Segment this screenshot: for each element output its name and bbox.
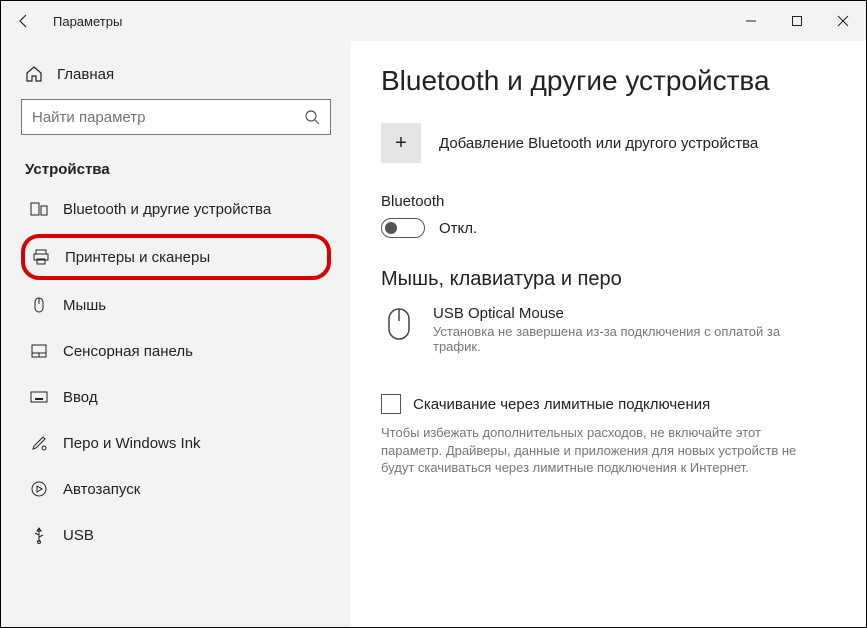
bluetooth-state: Откл. xyxy=(439,220,477,237)
device-desc: Установка не завершена из-за подключения… xyxy=(433,324,813,354)
sidebar-item-label: Принтеры и сканеры xyxy=(65,249,210,266)
mouse-device-icon xyxy=(381,305,417,354)
sidebar-item-autoplay[interactable]: Автозапуск xyxy=(21,468,331,510)
toggle-knob xyxy=(385,222,397,234)
sidebar-item-label: Ввод xyxy=(63,389,98,406)
usb-icon xyxy=(29,526,49,544)
plus-icon: + xyxy=(381,123,421,163)
devices-icon xyxy=(29,200,49,218)
autoplay-icon xyxy=(29,480,49,498)
minimize-button[interactable] xyxy=(728,1,774,41)
sidebar-item-printers[interactable]: Принтеры и сканеры xyxy=(21,234,331,280)
search-icon xyxy=(304,109,320,125)
bluetooth-label: Bluetooth xyxy=(381,193,836,210)
content-pane: Bluetooth и другие устройства + Добавлен… xyxy=(351,41,866,627)
sidebar: Главная Устройства Bluetooth и другие ус… xyxy=(1,41,351,627)
page-title: Bluetooth и другие устройства xyxy=(381,65,836,97)
sidebar-item-pen[interactable]: Перо и Windows Ink xyxy=(21,422,331,464)
sidebar-item-typing[interactable]: Ввод xyxy=(21,376,331,418)
window-title: Параметры xyxy=(53,14,122,29)
close-button[interactable] xyxy=(820,1,866,41)
sidebar-item-home[interactable]: Главная xyxy=(21,59,331,99)
sidebar-item-usb[interactable]: USB xyxy=(21,514,331,556)
device-name: USB Optical Mouse xyxy=(433,305,813,322)
sidebar-item-mouse[interactable]: Мышь xyxy=(21,284,331,326)
printer-icon xyxy=(31,248,51,266)
sidebar-item-label: Bluetooth и другие устройства xyxy=(63,201,271,218)
add-device-button[interactable]: + Добавление Bluetooth или другого устро… xyxy=(381,123,836,163)
sidebar-section-head: Устройства xyxy=(25,161,331,178)
sidebar-item-label: Автозапуск xyxy=(63,481,140,498)
sidebar-item-label: USB xyxy=(63,527,94,544)
device-row[interactable]: USB Optical Mouse Установка не завершена… xyxy=(381,305,836,354)
keyboard-icon xyxy=(29,388,49,406)
maximize-button[interactable] xyxy=(774,1,820,41)
titlebar: Параметры xyxy=(1,1,866,41)
metered-label: Скачивание через лимитные подключения xyxy=(413,396,710,413)
sidebar-item-label: Перо и Windows Ink xyxy=(63,435,201,452)
home-icon xyxy=(25,65,43,83)
pen-icon xyxy=(29,434,49,452)
metered-checkbox[interactable] xyxy=(381,394,401,414)
section-mouse-keyboard: Мышь, клавиатура и перо xyxy=(381,268,836,291)
home-label: Главная xyxy=(57,66,114,83)
touchpad-icon xyxy=(29,342,49,360)
sidebar-item-bluetooth[interactable]: Bluetooth и другие устройства xyxy=(21,188,331,230)
sidebar-item-label: Мышь xyxy=(63,297,106,314)
bluetooth-toggle[interactable] xyxy=(381,218,425,238)
add-device-label: Добавление Bluetooth или другого устройс… xyxy=(439,135,758,152)
mouse-icon xyxy=(29,296,49,314)
back-button[interactable] xyxy=(1,1,47,41)
sidebar-item-touchpad[interactable]: Сенсорная панель xyxy=(21,330,331,372)
search-field[interactable] xyxy=(32,109,304,126)
search-input[interactable] xyxy=(21,99,331,135)
sidebar-item-label: Сенсорная панель xyxy=(63,343,193,360)
metered-hint: Чтобы избежать дополнительных расходов, … xyxy=(381,424,821,477)
